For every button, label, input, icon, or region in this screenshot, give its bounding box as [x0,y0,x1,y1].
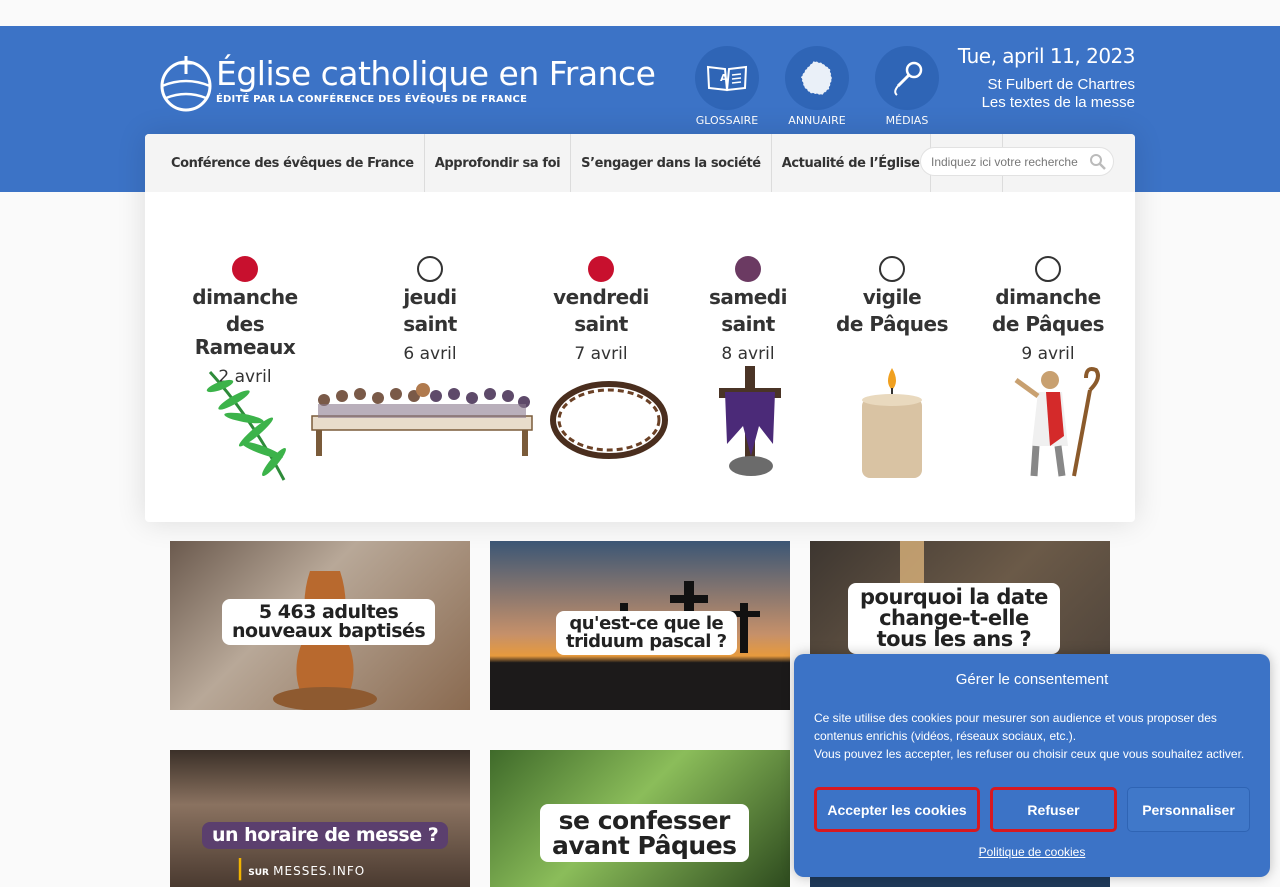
site-logo[interactable]: Église catholique en France ÉDITÉ PAR LA… [158,54,656,114]
crown-of-thorns-icon [550,381,668,459]
day-easter-sunday: dimanche de Pâques 9 avril [990,208,1106,364]
liturgical-color-dot [735,256,761,282]
day-name-2: saint [721,312,775,336]
nav-item-society[interactable]: S’engager dans la société [571,134,772,192]
nav-item-news[interactable]: Actualité de l’Église [772,134,931,192]
day-name-2: de Pâques [836,312,948,336]
consent-text-2: Vous pouvez les accepter, les refuser ou… [814,747,1245,761]
liturgical-color-dot [417,256,443,282]
glossary-label: GLOSSAIRE [695,114,759,127]
consent-title: Gérer le consentement [955,671,1109,688]
day-name: vendredi [553,285,649,309]
day-date: 8 avril [721,344,775,364]
liturgical-color-dot [232,256,258,282]
nav-item-conference[interactable]: Conférence des évêques de France [145,134,425,192]
day-name: dimanche [192,285,298,309]
day-date: 6 avril [403,344,457,364]
paschal-candle-icon [862,368,922,478]
tile-mass-times[interactable]: un horaire de messe ? | SUR MESSES.INFO [170,750,470,887]
day-date: 7 avril [574,344,628,364]
day-name-2: saint [574,312,628,336]
consent-buttons: Accepter les cookies Refuser Personnalis… [814,787,1250,832]
directory-link[interactable]: ANNUAIRE [785,46,849,127]
current-date: Tue, april 11, 2023 [957,44,1136,68]
tile-paschal-triduum[interactable]: qu'est-ce que le triduum pascal ? [490,541,790,710]
day-name: dimanche [995,285,1101,309]
day-name-2: des Rameaux [194,312,296,359]
day-name: samedi [709,285,787,309]
day-holy-thursday: jeudi saint 6 avril [370,208,490,364]
consent-body: Ce site utilise des cookies pour mesurer… [794,709,1270,763]
consent-text-1: Ce site utilise des cookies pour mesurer… [814,711,1217,743]
day-holy-saturday: samedi saint 8 avril [695,208,801,364]
tile-caption: 5 463 adultes nouveaux baptisés [222,599,436,645]
day-palm-sunday: dimanche des Rameaux 2 avril [175,208,315,387]
holy-week-banner[interactable]: dimanche des Rameaux 2 avril jeudi saint… [170,208,1110,485]
risen-christ-icon [1014,367,1100,477]
glossary-link[interactable]: A GLOSSAIRE [695,46,759,127]
directory-label: ANNUAIRE [788,114,846,127]
day-good-friday: vendredi saint 7 avril [545,208,657,364]
mass-texts-link[interactable]: Les textes de la messe [958,94,1135,112]
cookie-policy-link[interactable]: Politique de cookies [794,845,1270,859]
logo-subtitle: ÉDITÉ PAR LA CONFÉRENCE DES ÉVÊQUES DE F… [216,94,528,105]
day-name: vigile [862,285,922,309]
tile-caption: qu'est-ce que le triduum pascal ? [556,611,737,655]
day-easter-vigil: vigile de Pâques [830,208,954,336]
liturgical-color-dot [588,256,614,282]
day-name-2: de Pâques [992,312,1104,336]
search-box [920,147,1114,176]
search-icon[interactable] [1089,153,1107,171]
logo-globe-icon [160,56,212,112]
media-label: MÉDIAS [885,114,929,127]
nav-item-faith[interactable]: Approfondir sa foi [425,134,572,192]
media-link[interactable]: MÉDIAS [875,46,939,127]
tile-caption: se confesser avant Pâques [540,804,749,862]
saint-of-day-link[interactable]: St Fulbert de Chartres [958,76,1135,94]
tile-caption: un horaire de messe ? [202,822,449,849]
svg-text:A: A [720,73,728,84]
logo-title: Église catholique en France [216,54,656,93]
last-supper-icon [311,383,533,456]
accept-cookies-button[interactable]: Accepter les cookies [814,787,980,832]
date-block: Tue, april 11, 2023 St Fulbert de Chartr… [957,44,1136,112]
palm-branch-icon [206,370,286,481]
tile-adult-baptisms[interactable]: 5 463 adultes nouveaux baptisés [170,541,470,710]
cross-with-shroud-icon [719,366,781,476]
microphone-icon [894,61,923,96]
messes-info-brand: | SUR MESSES.INFO [236,856,366,881]
main-card: Conférence des évêques de France Approfo… [145,134,1135,522]
customize-cookies-button[interactable]: Personnaliser [1127,787,1250,832]
search-input[interactable] [931,154,1086,169]
main-nav: Conférence des évêques de France Approfo… [145,134,1135,192]
book-icon: A [706,65,748,92]
tile-caption: pourquoi la date change-t-elle tous les … [848,583,1060,654]
day-date: 9 avril [1021,344,1075,364]
day-name-2: saint [403,312,457,336]
refuse-cookies-button[interactable]: Refuser [990,787,1117,832]
tile-confession[interactable]: se confesser avant Pâques [490,750,790,887]
liturgical-color-dot [1035,256,1061,282]
france-map-icon [800,60,833,96]
day-name: jeudi [403,285,457,309]
cookie-consent-dialog: Gérer le consentement Ce site utilise de… [794,654,1270,877]
liturgical-color-dot [879,256,905,282]
top-strip [0,0,1280,26]
